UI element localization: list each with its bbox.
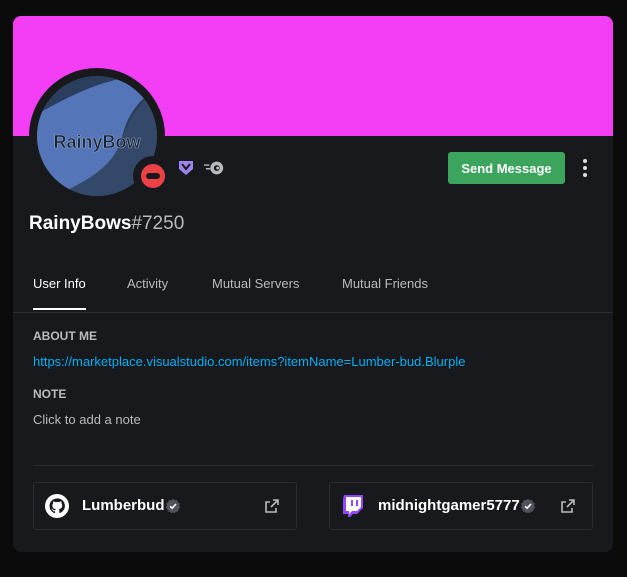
dnd-status-icon [141, 164, 165, 188]
connection-github: Lumberbud [33, 482, 297, 530]
divider [33, 465, 593, 466]
verified-icon [165, 498, 181, 514]
discriminator: #7250 [131, 213, 185, 234]
external-link-icon[interactable] [560, 498, 576, 514]
twitch-icon [343, 495, 363, 517]
about-me-link[interactable]: https://marketplace.visualstudio.com/ite… [33, 354, 465, 369]
github-icon [45, 494, 69, 518]
status-indicator [133, 156, 173, 196]
note-heading: NOTE [33, 387, 67, 401]
badge-list [175, 156, 225, 180]
tab-user-info[interactable]: User Info [33, 276, 86, 310]
connection-name: Lumberbud [82, 497, 165, 514]
about-me-heading: ABOUT ME [33, 329, 97, 343]
nitro-boost-icon[interactable] [203, 157, 225, 179]
username-tag[interactable]: RainyBows#7250 [29, 213, 184, 235]
connection-name: midnightgamer5777 [378, 497, 520, 514]
more-options-icon[interactable] [575, 156, 595, 180]
external-link-icon[interactable] [264, 498, 280, 514]
username: RainyBows [29, 213, 132, 234]
tab-mutual-friends[interactable]: Mutual Friends [342, 276, 428, 310]
hypesquad-balance-icon[interactable] [175, 157, 197, 179]
connection-twitch: midnightgamer5777 [329, 482, 593, 530]
verified-icon [520, 498, 536, 514]
avatar-container[interactable]: RainyBow [29, 68, 173, 204]
note-input[interactable]: Click to add a note [33, 412, 141, 427]
send-message-button[interactable]: Send Message [448, 152, 565, 184]
user-profile-card: RainyBow Send Message RainyBows#7250 Use… [13, 16, 613, 552]
avatar-text: RainyBow [53, 132, 141, 152]
tab-activity[interactable]: Activity [127, 276, 168, 310]
profile-tabs: User Info Activity Mutual Servers Mutual… [13, 266, 613, 313]
tab-mutual-servers[interactable]: Mutual Servers [212, 276, 299, 310]
